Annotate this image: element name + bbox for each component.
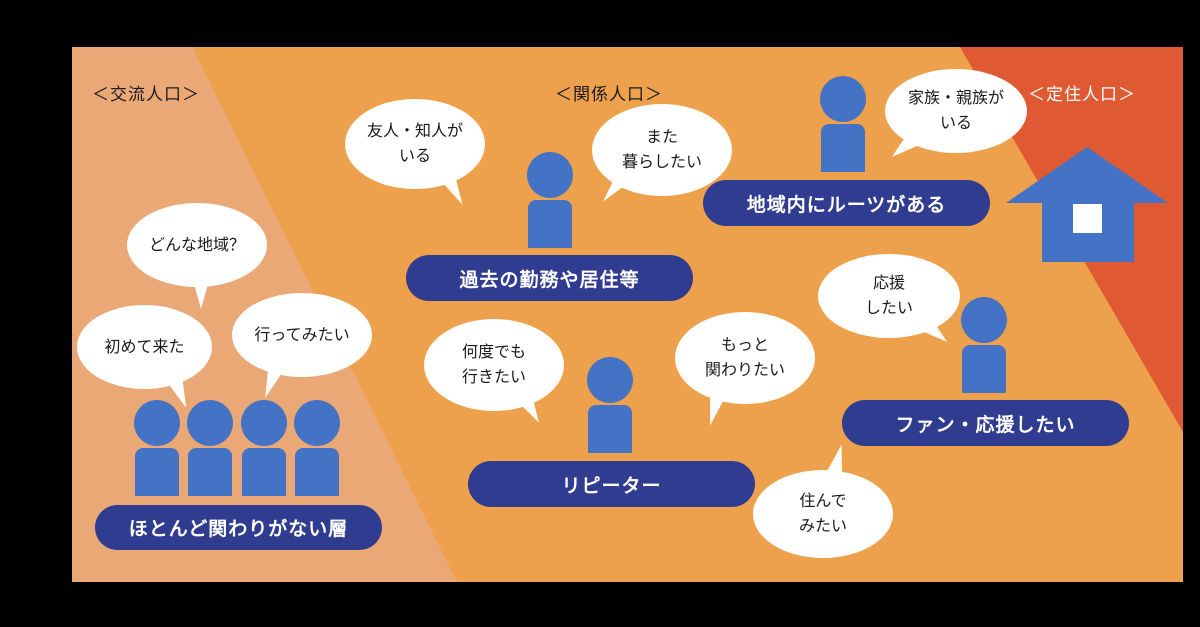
bubble-text: 何度でも 行きたい bbox=[461, 342, 526, 386]
diagram-canvas: ＜交流人口＞ ＜関係人口＞ ＜定住人口＞ どんな地域？ 初めて来た 行ってみたい… bbox=[72, 47, 1183, 582]
person-icon bbox=[184, 400, 236, 496]
speech-bubble-more-involved: もっと 関わりたい bbox=[675, 312, 815, 428]
speech-bubble-friend: 友人・知人が いる bbox=[345, 99, 485, 210]
label-fan: ファン・応援したい bbox=[842, 400, 1129, 446]
bubble-text: 初めて来た bbox=[104, 336, 185, 356]
speech-bubble-many-times: 何度でも 行きたい bbox=[424, 319, 564, 428]
speech-bubble-live: 住んで みたい bbox=[753, 442, 893, 558]
person-icon bbox=[131, 400, 183, 496]
speech-bubble-support: 応援 したい bbox=[818, 254, 960, 350]
bubble-text: 家族・親族が いる bbox=[907, 88, 1004, 132]
resident-zone-label: ＜定住人口＞ bbox=[1028, 85, 1136, 105]
label-roots: 地域内にルーツがある bbox=[703, 180, 990, 226]
person-icon bbox=[291, 400, 343, 496]
person-icon bbox=[238, 400, 290, 496]
bubble-text: 応援 したい bbox=[864, 273, 913, 317]
person-icon bbox=[584, 357, 636, 453]
bubble-text: 住んで みたい bbox=[798, 491, 847, 535]
speech-bubble-want-to-go: 行ってみたい bbox=[232, 293, 372, 402]
label-no-relation: ほとんど関わりがない層 bbox=[95, 505, 382, 550]
speech-bubble-again: また 暮らしたい bbox=[592, 104, 732, 208]
speech-bubble-first-time: 初めて来た bbox=[77, 305, 212, 412]
bubble-text: 行ってみたい bbox=[254, 324, 350, 344]
speech-bubble-which-area: どんな地域？ bbox=[127, 203, 267, 309]
exchange-zone-label: ＜交流人口＞ bbox=[92, 85, 200, 105]
label-repeater: リピーター bbox=[468, 461, 755, 507]
speech-bubble-family: 家族・親族が いる bbox=[885, 69, 1027, 165]
label-past: 過去の勤務や居住等 bbox=[406, 255, 693, 301]
related-zone-label: ＜関係人口＞ bbox=[555, 85, 663, 105]
person-icon bbox=[817, 76, 869, 172]
person-icon bbox=[958, 297, 1010, 393]
house-icon bbox=[1006, 147, 1168, 262]
bubble-text: 友人・知人が いる bbox=[366, 121, 463, 165]
bubble-text: どんな地域？ bbox=[148, 234, 245, 254]
bubble-text: また 暮らしたい bbox=[621, 127, 702, 171]
bubble-text: もっと 関わりたい bbox=[704, 335, 785, 379]
person-icon bbox=[524, 152, 576, 248]
